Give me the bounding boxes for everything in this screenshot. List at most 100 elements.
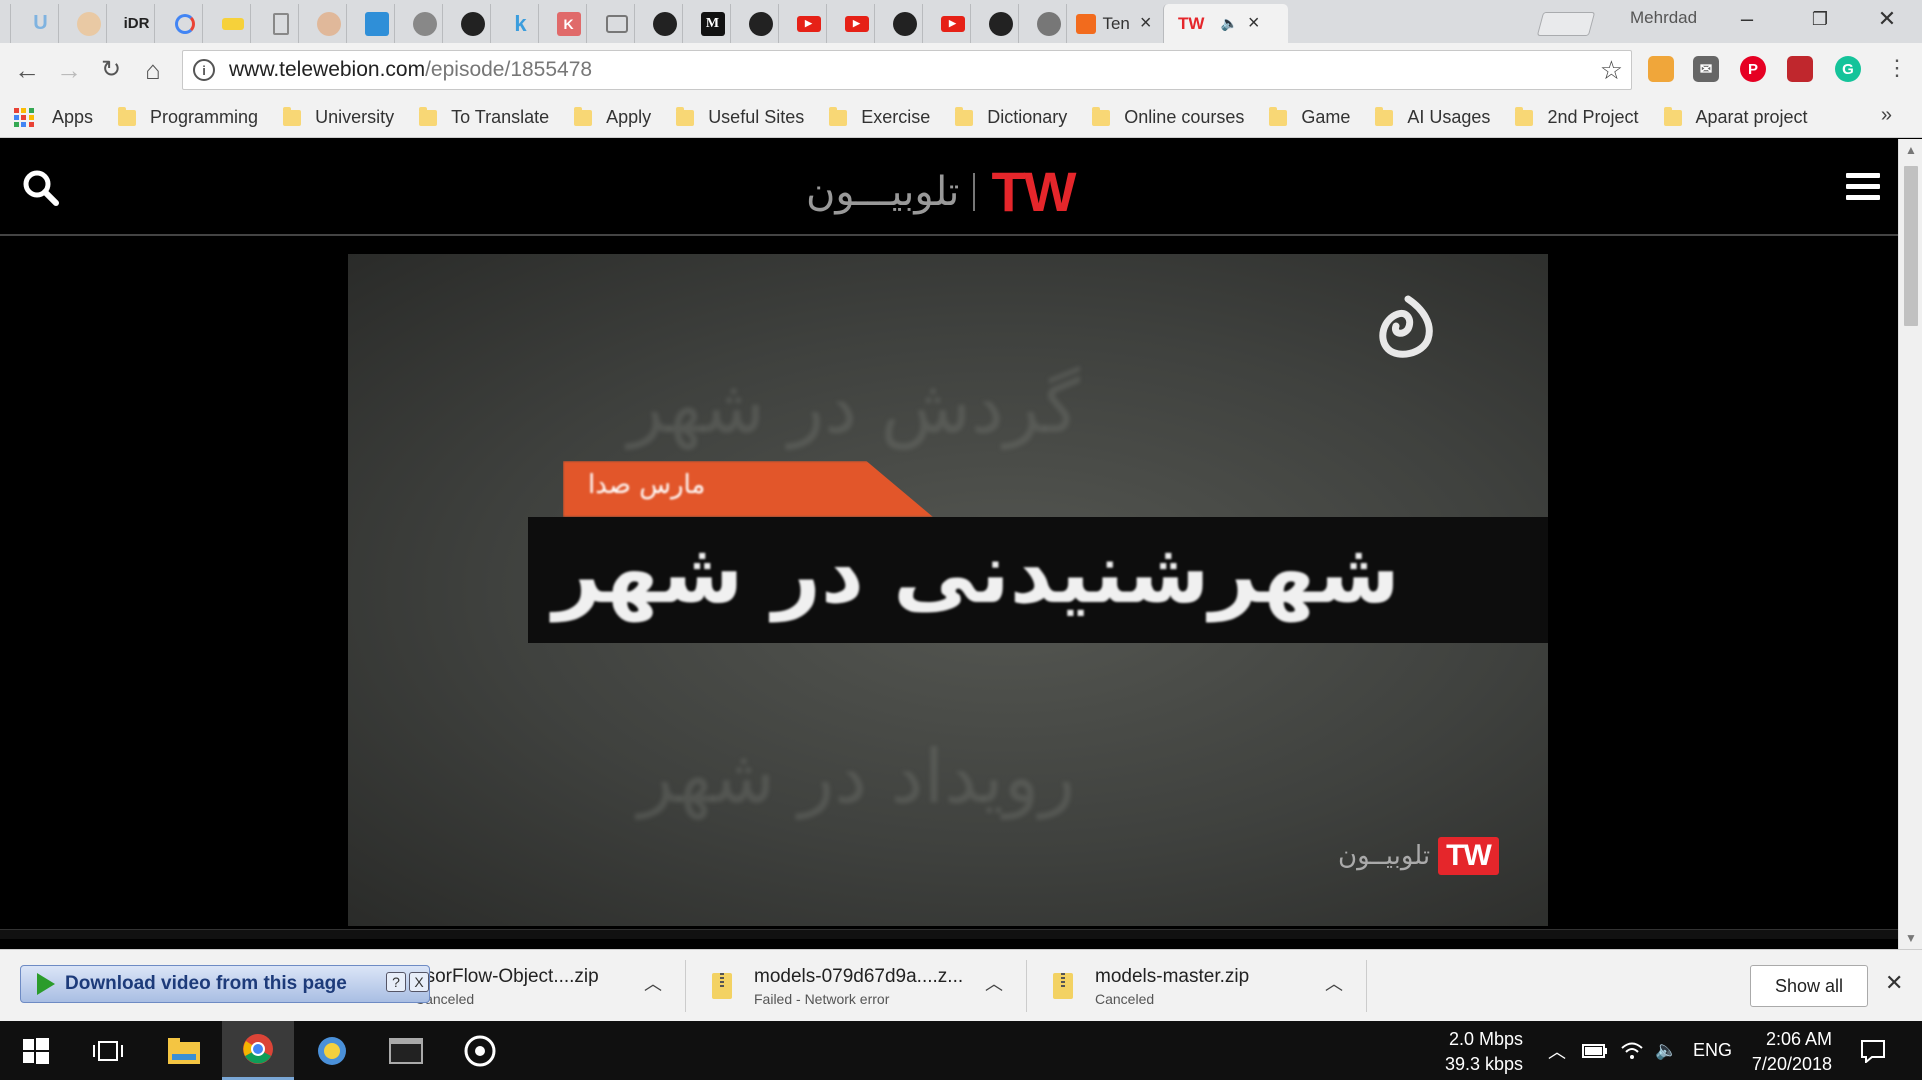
close-icon[interactable]: ×: [1248, 12, 1260, 35]
page-scrollbar[interactable]: ▲ ▼: [1898, 139, 1922, 949]
back-icon[interactable]: ←: [10, 55, 44, 86]
download-item[interactable]: models-079d67d9a....z... Failed - Networ…: [712, 958, 963, 1014]
chrome-icon[interactable]: [222, 1021, 294, 1080]
bookmark-folder[interactable]: Online courses: [1092, 106, 1244, 128]
folder-icon: [1375, 106, 1394, 126]
watermark-tw-text: TW: [1438, 837, 1499, 875]
scroll-thumb[interactable]: [1904, 166, 1918, 326]
tw-favicon: TW: [1178, 13, 1205, 33]
github-icon: [412, 11, 437, 36]
udemy-icon: U: [33, 12, 48, 34]
terminal-icon[interactable]: [370, 1021, 442, 1080]
window-close-icon[interactable]: ✕: [1872, 6, 1902, 32]
download-shelf: nsorFlow-Object....zip Canceled ︿ models…: [0, 949, 1922, 1021]
caption-text: مارس صدا: [588, 470, 706, 500]
restore-icon[interactable]: ❐: [1805, 9, 1835, 30]
menu-dots-icon[interactable]: ⋮: [1880, 55, 1914, 81]
more-bookmarks-icon[interactable]: »: [1881, 104, 1892, 127]
bookmark-folder[interactable]: To Translate: [419, 106, 549, 128]
bookmark-label: University: [315, 107, 395, 127]
download-video-overlay[interactable]: Download video from this page ? X: [20, 965, 430, 1003]
url-text[interactable]: www.telewebion.com/episode/1855478: [229, 58, 592, 82]
play-icon: [37, 973, 55, 995]
show-all-button[interactable]: Show all: [1750, 965, 1868, 1007]
info-icon[interactable]: i: [193, 59, 215, 81]
new-tab-button[interactable]: [1536, 12, 1596, 36]
video-player[interactable]: گردش در شهر رویداد در شهر مارس صدا شهرشن…: [348, 254, 1548, 926]
ghost-text: گردش در شهر: [628, 364, 1081, 450]
github-icon: [892, 11, 917, 36]
search-icon[interactable]: [22, 169, 60, 212]
bookmark-folder[interactable]: AI Usages: [1375, 106, 1490, 128]
profile-name[interactable]: Mehrdad: [1630, 8, 1697, 28]
site-logo[interactable]: تلوبیـــون TW: [806, 159, 1077, 224]
bookmark-folder[interactable]: 2nd Project: [1515, 106, 1639, 128]
bookmark-folder[interactable]: Game: [1269, 106, 1350, 128]
scroll-down-icon[interactable]: ▼: [1899, 927, 1922, 949]
file-explorer-icon[interactable]: [148, 1021, 220, 1080]
google-icon: [174, 13, 195, 34]
mail-extension-icon[interactable]: ✉: [1693, 56, 1719, 82]
zip-file-icon: [712, 973, 732, 999]
task-view-icon[interactable]: [72, 1021, 144, 1080]
bookmark-apps[interactable]: Apps: [14, 107, 93, 128]
download-item[interactable]: nsorFlow-Object....zip Canceled: [415, 958, 599, 1014]
home-icon[interactable]: ⌂: [136, 55, 170, 86]
bookmark-label: Useful Sites: [708, 107, 805, 127]
hamburger-menu-icon[interactable]: [1846, 173, 1880, 206]
close-icon[interactable]: X: [409, 972, 429, 992]
player-controls-strip: [0, 929, 1898, 939]
tab-trending[interactable]: Ten ×: [1066, 4, 1161, 43]
help-icon[interactable]: ?: [386, 972, 406, 992]
download-item[interactable]: models-master.zip Canceled: [1053, 958, 1249, 1014]
bookmark-folder[interactable]: Useful Sites: [676, 106, 805, 128]
bookmark-star-icon[interactable]: ☆: [1600, 55, 1623, 86]
close-icon[interactable]: ×: [1140, 12, 1152, 35]
media-app-icon[interactable]: [444, 1021, 516, 1080]
reload-icon[interactable]: ↻: [94, 55, 128, 84]
bookmark-folder[interactable]: Aparat project: [1663, 106, 1808, 128]
close-shelf-icon[interactable]: ✕: [1885, 970, 1903, 996]
extension-red-icon[interactable]: [1787, 56, 1813, 82]
ghost-text: رویداد در شهر: [638, 734, 1076, 820]
wifi-icon[interactable]: [1620, 1021, 1644, 1080]
address-bar[interactable]: i www.telewebion.com/episode/1855478 ☆: [182, 50, 1632, 90]
bookmark-label: Apps: [52, 107, 94, 127]
pinterest-icon[interactable]: P: [1740, 56, 1766, 82]
bookmark-folder[interactable]: Apply: [574, 106, 651, 128]
minimize-icon[interactable]: –: [1732, 6, 1762, 32]
clock-date: 7/20/2018: [1751, 1054, 1832, 1074]
forward-icon[interactable]: →: [52, 55, 86, 86]
battery-icon[interactable]: [1582, 1021, 1608, 1080]
app-globe-icon[interactable]: [296, 1021, 368, 1080]
folder-icon: [829, 106, 848, 126]
grammarly-icon[interactable]: G: [1835, 56, 1861, 82]
medium-icon: M: [700, 11, 725, 36]
bookmark-folder[interactable]: University: [283, 106, 395, 128]
scroll-up-icon[interactable]: ▲: [1899, 139, 1922, 161]
bookmark-folder[interactable]: Programming: [118, 106, 258, 128]
chevron-up-icon[interactable]: ︿: [1325, 970, 1343, 996]
show-hidden-icons-icon[interactable]: ︿: [1548, 1021, 1566, 1080]
github-icon: [652, 11, 677, 36]
youtube-icon: ▶: [844, 15, 869, 32]
folder-icon: [1269, 106, 1288, 126]
tab-telewebion[interactable]: TW 🔈 ×: [1163, 4, 1288, 43]
language-indicator[interactable]: ENG: [1693, 1021, 1732, 1080]
system-clock[interactable]: 2:06 AM 7/20/2018: [1740, 1027, 1832, 1077]
tab-strip: U iDR k K M ▶ ▶ ▶ Ten × TW 🔈 × Mehrdad –…: [0, 0, 1922, 43]
volume-icon[interactable]: 🔈: [1655, 1021, 1677, 1080]
windows-start-icon[interactable]: [0, 1021, 72, 1080]
bookmark-folder[interactable]: Exercise: [829, 106, 930, 128]
bookmark-folder[interactable]: Dictionary: [955, 106, 1067, 128]
action-center-icon[interactable]: [1860, 1021, 1886, 1080]
speaker-icon[interactable]: 🔈: [1220, 15, 1237, 32]
bookmarks-bar: Apps Programming University To Translate…: [0, 98, 1922, 138]
avatar-icon: [316, 11, 341, 36]
folder-icon: [283, 106, 302, 126]
chevron-up-icon[interactable]: ︿: [985, 970, 1003, 996]
k-icon: k: [514, 10, 527, 36]
download-video-label: Download video from this page: [65, 973, 347, 994]
extension-face-icon[interactable]: [1648, 56, 1674, 82]
chevron-up-icon[interactable]: ︿: [644, 970, 662, 996]
